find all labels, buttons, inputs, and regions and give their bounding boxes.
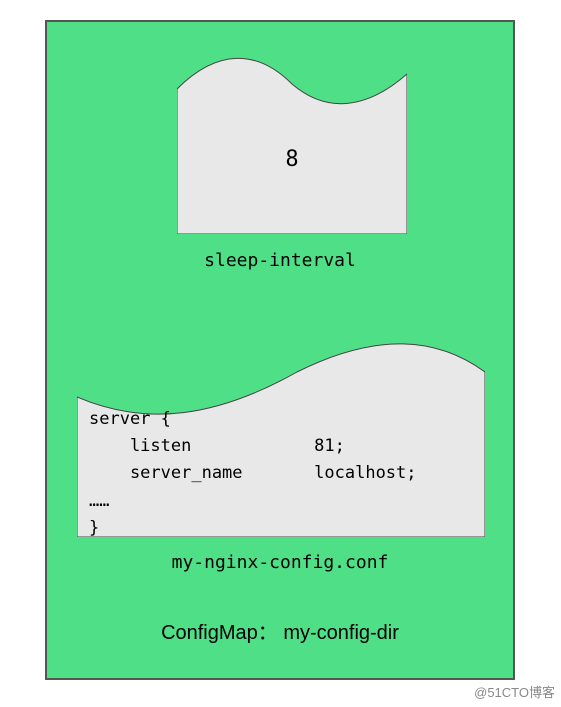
- config-entry-key: sleep-interval: [47, 250, 513, 271]
- config-entry-value: server { listen 81; server_name localhos…: [89, 406, 473, 542]
- watermark-label: @51CTO博客: [474, 682, 555, 701]
- config-entry-value: 8: [177, 54, 407, 234]
- configmap-title: ConfigMap： my-config-dir: [47, 616, 513, 645]
- config-entry-card: server { listen 81; server_name localhos…: [77, 342, 485, 537]
- config-entry-key: my-nginx-config.conf: [47, 552, 513, 573]
- configmap-container: 8 sleep-interval server { listen 81; ser…: [45, 20, 515, 680]
- config-entry-card: 8: [177, 54, 407, 234]
